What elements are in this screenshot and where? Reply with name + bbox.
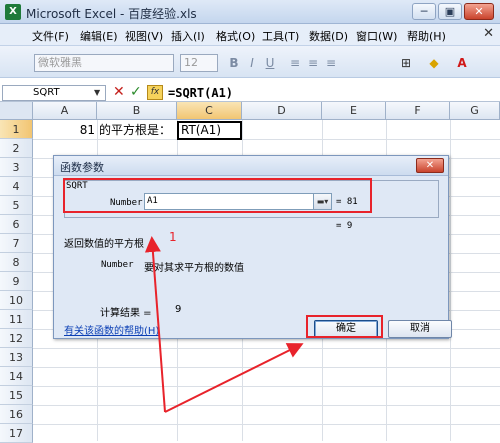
annotation-arrows xyxy=(144,236,304,413)
arrow-to-argument xyxy=(144,236,166,413)
arrow-to-ok xyxy=(164,343,304,413)
